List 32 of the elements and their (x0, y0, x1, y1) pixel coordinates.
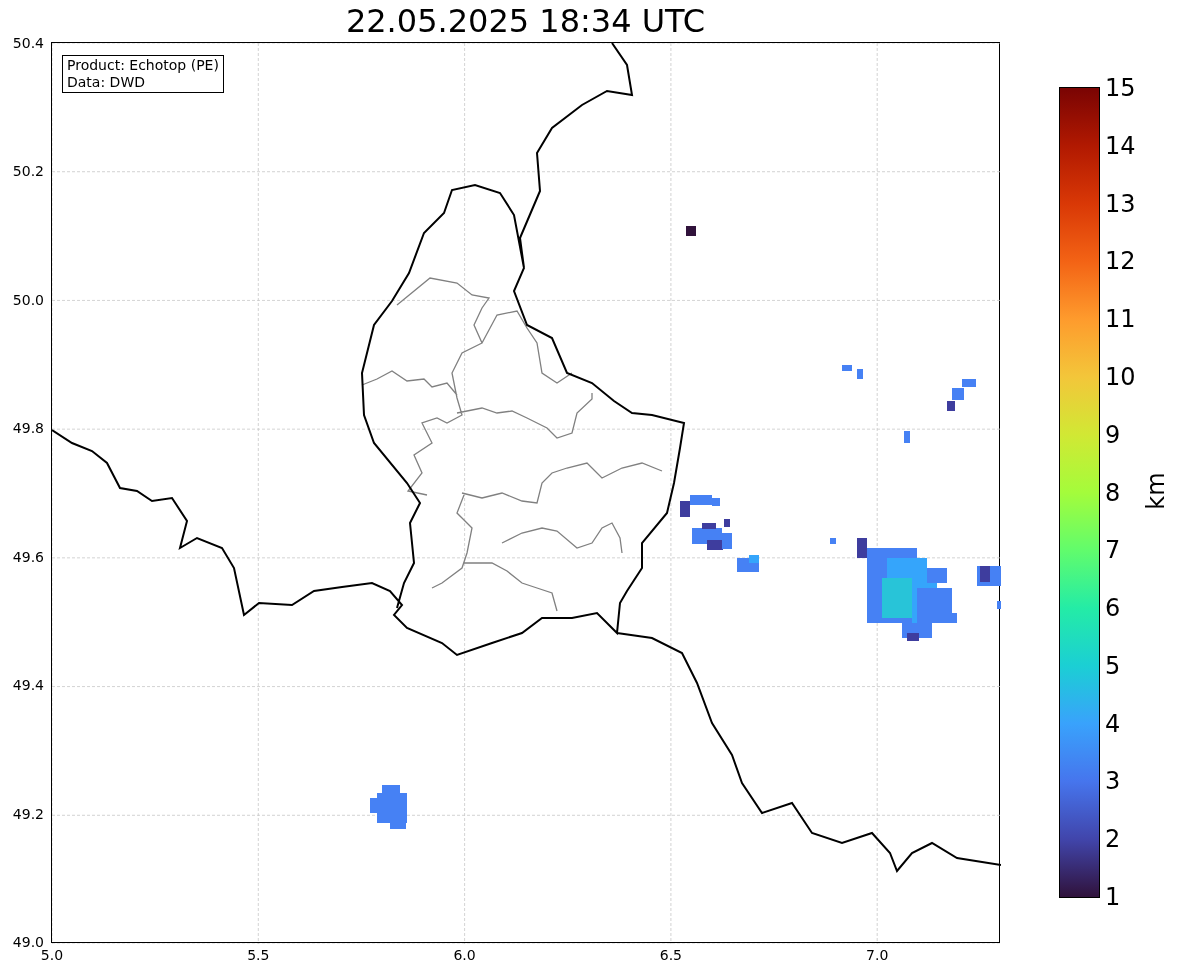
colorbar-tick-label: 4 (1105, 711, 1121, 736)
y-tick-label: 49.0 (12, 935, 44, 949)
x-tick-label: 6.0 (453, 948, 476, 962)
y-tick-label: 49.4 (12, 678, 44, 693)
colorbar-tick-label: 3 (1105, 769, 1121, 794)
colorbar-tick-label: 11 (1105, 307, 1136, 332)
x-tick-label: 6.5 (659, 948, 682, 962)
colorbar-tick-label: 7 (1105, 538, 1121, 563)
colorbar-tick-label: 8 (1105, 480, 1121, 505)
colorbar-tick-label: 12 (1105, 249, 1136, 274)
colorbar-tick-label: 15 (1105, 76, 1136, 100)
colorbar-tick-label: 13 (1105, 191, 1136, 216)
x-tick-label: 5.0 (40, 948, 64, 962)
colorbar-label: km (1144, 472, 1168, 510)
colorbar-tick-label: 9 (1105, 422, 1121, 447)
chart-title: 22.05.2025 18:34 UTC (345, 5, 706, 37)
legend-text: Data: DWD (67, 74, 146, 91)
y-tick-label: 49.2 (12, 806, 44, 821)
colorbar-tick-label: 6 (1105, 596, 1121, 621)
y-tick-label: 49.6 (12, 549, 44, 564)
colorbar-tick-label: 1 (1105, 885, 1121, 909)
y-tick-label: 50.4 (12, 36, 44, 50)
colorbar-tick-label: 5 (1105, 653, 1121, 678)
colorbar-tick-label: 10 (1105, 364, 1136, 389)
y-tick-label: 50.2 (12, 164, 44, 179)
legend-text: Product: Echotop (PE) (67, 57, 219, 74)
y-tick-label: 49.8 (12, 421, 44, 436)
x-tick-label: 5.5 (247, 948, 270, 962)
colorbar-tick-label: 14 (1105, 133, 1136, 158)
x-tick-label: 7.0 (866, 948, 889, 962)
y-tick-label: 50.0 (12, 292, 44, 307)
colorbar-tick-label: 2 (1105, 827, 1121, 852)
